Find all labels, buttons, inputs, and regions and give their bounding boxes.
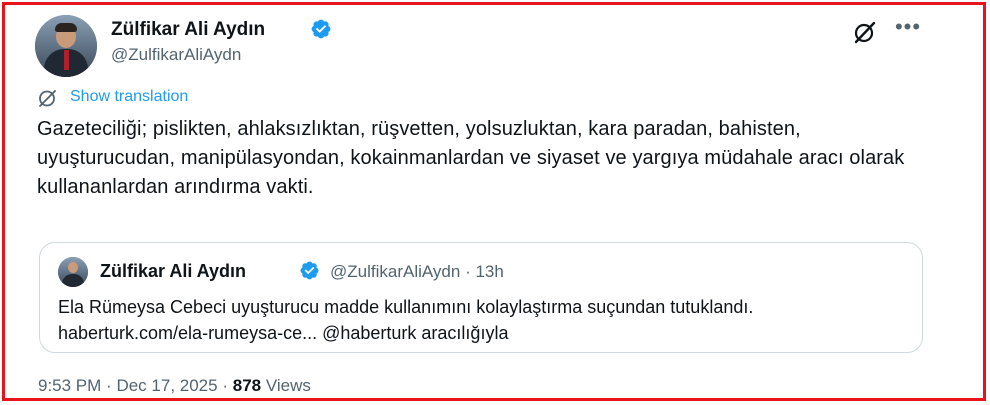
footer-separator: · [222, 376, 228, 395]
tweet-text: Gazeteciliği; pislikten, ahlaksızlıktan,… [37, 118, 905, 198]
verified-badge-icon [311, 19, 331, 39]
more-icon[interactable]: ••• [893, 15, 923, 43]
show-translation-label[interactable]: Show translation [70, 88, 188, 106]
translate-icon [39, 90, 56, 107]
author-handle[interactable]: @ZulfikarAliAydn [111, 45, 241, 65]
views-count: 878 [232, 376, 262, 395]
tweet-footer: 9:53 PM · Dec 17, 2025 · 878 Views [38, 376, 311, 396]
quoted-meta: @ZulfikarAliAydn · 13h [330, 262, 504, 282]
footer-separator: · [106, 376, 112, 395]
author-avatar[interactable] [35, 15, 97, 77]
grok-icon[interactable] [851, 19, 879, 47]
quoted-timestamp[interactable]: 13h [475, 262, 503, 281]
quoted-author-name[interactable]: Zülfikar Ali Aydın [100, 261, 246, 282]
meta-separator: · [465, 262, 471, 281]
quoted-tweet[interactable]: Zülfikar Ali Aydın @ZulfikarAliAydn · 13… [39, 242, 923, 353]
verified-badge-icon [300, 261, 319, 280]
views-label: Views [265, 376, 311, 395]
post-date[interactable]: Dec 17, 2025 [116, 376, 217, 395]
quoted-tweet-text: Ela Rümeysa Cebeci uyuşturucu madde kull… [58, 297, 754, 343]
quoted-author-avatar[interactable] [58, 257, 88, 287]
author-name[interactable]: Zülfikar Ali Aydın [111, 19, 265, 41]
quoted-author-handle[interactable]: @ZulfikarAliAydn [330, 262, 460, 281]
tweet-card: Zülfikar Ali Aydın @ZulfikarAliAydn ••• … [2, 2, 986, 401]
post-time[interactable]: 9:53 PM [38, 376, 101, 395]
